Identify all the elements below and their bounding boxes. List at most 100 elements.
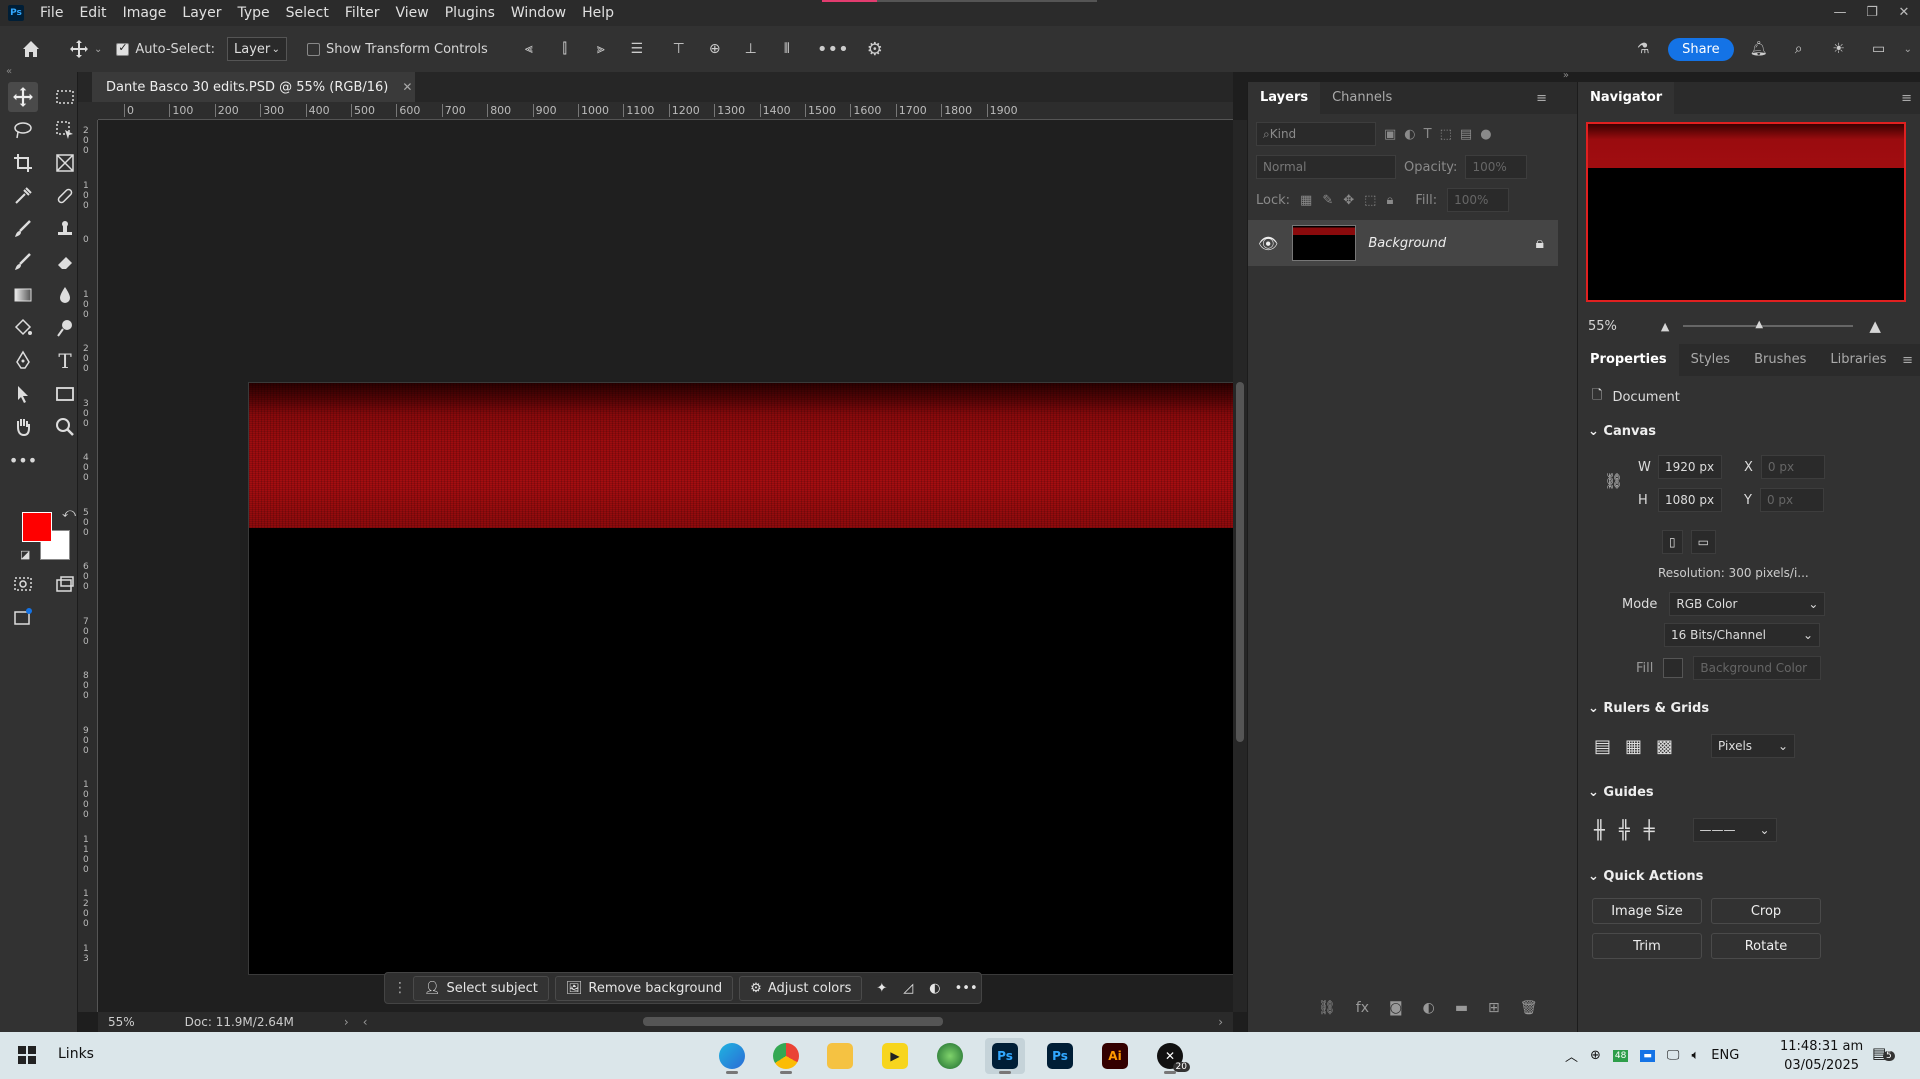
foreground-color-swatch[interactable] — [22, 512, 52, 542]
tab-layers[interactable]: Layers — [1248, 82, 1321, 114]
pen-tool-icon[interactable] — [8, 346, 38, 376]
flask-icon[interactable]: ⚗ — [1628, 34, 1658, 64]
photoshop-app[interactable]: Ps — [985, 1038, 1025, 1074]
menu-image[interactable]: Image — [115, 0, 175, 26]
close-icon[interactable]: ✕ — [1888, 0, 1920, 24]
crop-button[interactable]: Crop — [1711, 898, 1821, 924]
home-icon[interactable] — [16, 34, 46, 64]
menu-view[interactable]: View — [388, 0, 437, 26]
align-right-icon[interactable]: ⫸ — [586, 34, 616, 64]
lightbulb-icon[interactable]: ☀ — [1824, 34, 1854, 64]
drag-handle-icon[interactable]: ⋮ — [393, 980, 407, 996]
tab-brushes[interactable]: Brushes — [1742, 344, 1818, 376]
more-icon[interactable]: ••• — [817, 34, 849, 64]
close-icon[interactable]: ✕ — [402, 80, 412, 94]
bell-icon[interactable]: 🔔︎ — [1744, 34, 1774, 64]
tab-libraries[interactable]: Libraries — [1818, 344, 1898, 376]
menu-file[interactable]: File — [32, 0, 71, 26]
chevron-down-icon[interactable]: ⌄ — [94, 44, 102, 55]
menu-type[interactable]: Type — [229, 0, 277, 26]
rotate-button[interactable]: Rotate — [1711, 933, 1821, 959]
path-selection-tool-icon[interactable] — [8, 379, 38, 409]
eraser-tool-icon[interactable] — [50, 247, 80, 277]
select-subject-button[interactable]: 👤︎ Select subject — [413, 975, 549, 1001]
restore-icon[interactable]: ❐ — [1856, 0, 1888, 24]
gear-icon[interactable]: ⚙ — [860, 34, 890, 64]
generative-ai-icon[interactable] — [8, 602, 38, 632]
lock-icon[interactable]: 🔒︎ — [1535, 233, 1544, 253]
tab-properties[interactable]: Properties — [1578, 344, 1679, 376]
bit-depth-dropdown[interactable]: 16 Bits/Channel ⌄ — [1664, 623, 1820, 647]
illustrator-app[interactable]: Ai — [1095, 1038, 1135, 1074]
guides-icon[interactable]: ╫ — [1594, 820, 1605, 841]
guides-title[interactable]: Guides — [1603, 785, 1653, 800]
height-field[interactable]: 1080 px — [1658, 488, 1722, 512]
chevron-down-icon[interactable]: ⌄ — [1588, 424, 1603, 439]
canvas-title[interactable]: Canvas — [1603, 424, 1656, 439]
lasso-tool-icon[interactable] — [8, 115, 38, 145]
adjustment-icon[interactable]: ◐ — [1423, 1000, 1435, 1016]
brush-tool-icon[interactable] — [8, 214, 38, 244]
move-tool-icon[interactable] — [64, 34, 94, 64]
search-icon[interactable]: ⌕ — [1784, 34, 1814, 64]
stamp-tool-icon[interactable] — [50, 214, 80, 244]
panel-menu-icon[interactable]: ≡ — [1901, 91, 1912, 106]
align-middle-icon[interactable]: ⊕ — [700, 34, 730, 64]
folder-icon[interactable]: ▬ — [1455, 1000, 1468, 1016]
opacity-field[interactable]: 100% — [1465, 155, 1528, 179]
rulers-grids-title[interactable]: Rulers & Grids — [1603, 701, 1709, 716]
layer-thumbnail[interactable] — [1292, 225, 1357, 261]
history-brush-tool-icon[interactable] — [8, 247, 38, 277]
horizontal-scroll-thumb[interactable] — [643, 1017, 943, 1026]
media-player-app[interactable]: ▶ — [875, 1038, 915, 1074]
menu-edit[interactable]: Edit — [71, 0, 114, 26]
quick-actions-title[interactable]: Quick Actions — [1603, 869, 1703, 884]
quick-mask-icon[interactable] — [8, 569, 38, 599]
y-field[interactable]: 0 px — [1759, 488, 1824, 512]
layer-filter-dropdown[interactable]: ⌕ Kind — [1256, 122, 1376, 146]
hand-tool-icon[interactable] — [8, 412, 38, 442]
filter-toggle-icon[interactable]: ● — [1480, 127, 1491, 142]
portrait-orientation-icon[interactable]: ▯ — [1662, 530, 1683, 554]
remove-background-button[interactable]: 🖼︎ Remove background — [554, 975, 734, 1001]
menu-window[interactable]: Window — [503, 0, 574, 26]
magic-wand-icon[interactable]: ✦ — [876, 981, 887, 996]
align-left-icon[interactable]: ⫷ — [514, 34, 544, 64]
x-field[interactable]: 0 px — [1760, 455, 1825, 479]
align-top-icon[interactable]: ⊤ — [664, 34, 694, 64]
adjustment-circle-icon[interactable]: ◐ — [929, 981, 940, 996]
mode-dropdown[interactable]: RGB Color ⌄ — [1669, 592, 1826, 616]
eyedropper-tool-icon[interactable] — [8, 181, 38, 211]
rectangle-tool-icon[interactable] — [50, 379, 80, 409]
file-explorer-app[interactable] — [820, 1038, 860, 1074]
vertical-ruler[interactable]: 2 0 0 1 0 0 0 1 0 0 2 0 0 3 0 0 4 0 0 5 0 0 6 0 … — [78, 120, 98, 1012]
link-icon[interactable]: ⛓ — [1604, 472, 1623, 490]
lock-position-icon[interactable]: ✥ — [1343, 193, 1354, 208]
chevron-down-icon[interactable]: ⌄ — [1588, 701, 1603, 716]
document-canvas[interactable] — [248, 382, 1302, 975]
fill-dropdown[interactable]: Background Color — [1693, 656, 1822, 680]
width-field[interactable]: 1920 px — [1658, 455, 1722, 479]
menu-select[interactable]: Select — [278, 0, 337, 26]
frame-tool-icon[interactable] — [50, 148, 80, 178]
pixel-grid-icon[interactable]: ▩ — [1656, 736, 1673, 757]
zoom-slider-thumb[interactable]: ▲ — [1755, 319, 1763, 330]
ruler-icon[interactable]: ▤ — [1594, 736, 1611, 757]
chevron-up-icon[interactable]: ︿ — [1565, 1046, 1578, 1065]
tab-channels[interactable]: Channels — [1320, 82, 1404, 114]
layer-name[interactable]: Background — [1368, 236, 1446, 251]
align-bottom-icon[interactable]: ⊥ — [736, 34, 766, 64]
gradient-tool-icon[interactable] — [8, 280, 38, 310]
minimize-icon[interactable]: — — [1824, 0, 1856, 24]
chrome-app[interactable] — [766, 1038, 806, 1074]
new-layer-icon[interactable]: ⊞ — [1488, 1000, 1500, 1016]
fill-swatch[interactable] — [1663, 658, 1684, 678]
volume-icon[interactable]: 🔈︎ — [1691, 1048, 1699, 1063]
image-size-button[interactable]: Image Size — [1592, 898, 1702, 924]
x-app[interactable]: ✕ 20 — [1150, 1038, 1190, 1074]
units-dropdown[interactable]: Pixels ⌄ — [1711, 734, 1796, 758]
collapse-icon[interactable]: « — [6, 66, 12, 77]
lock-all-icon[interactable]: 🔒︎ — [1386, 193, 1393, 208]
navigator-preview[interactable] — [1586, 122, 1906, 302]
network-globe-icon[interactable]: ⊕ — [1590, 1048, 1601, 1063]
